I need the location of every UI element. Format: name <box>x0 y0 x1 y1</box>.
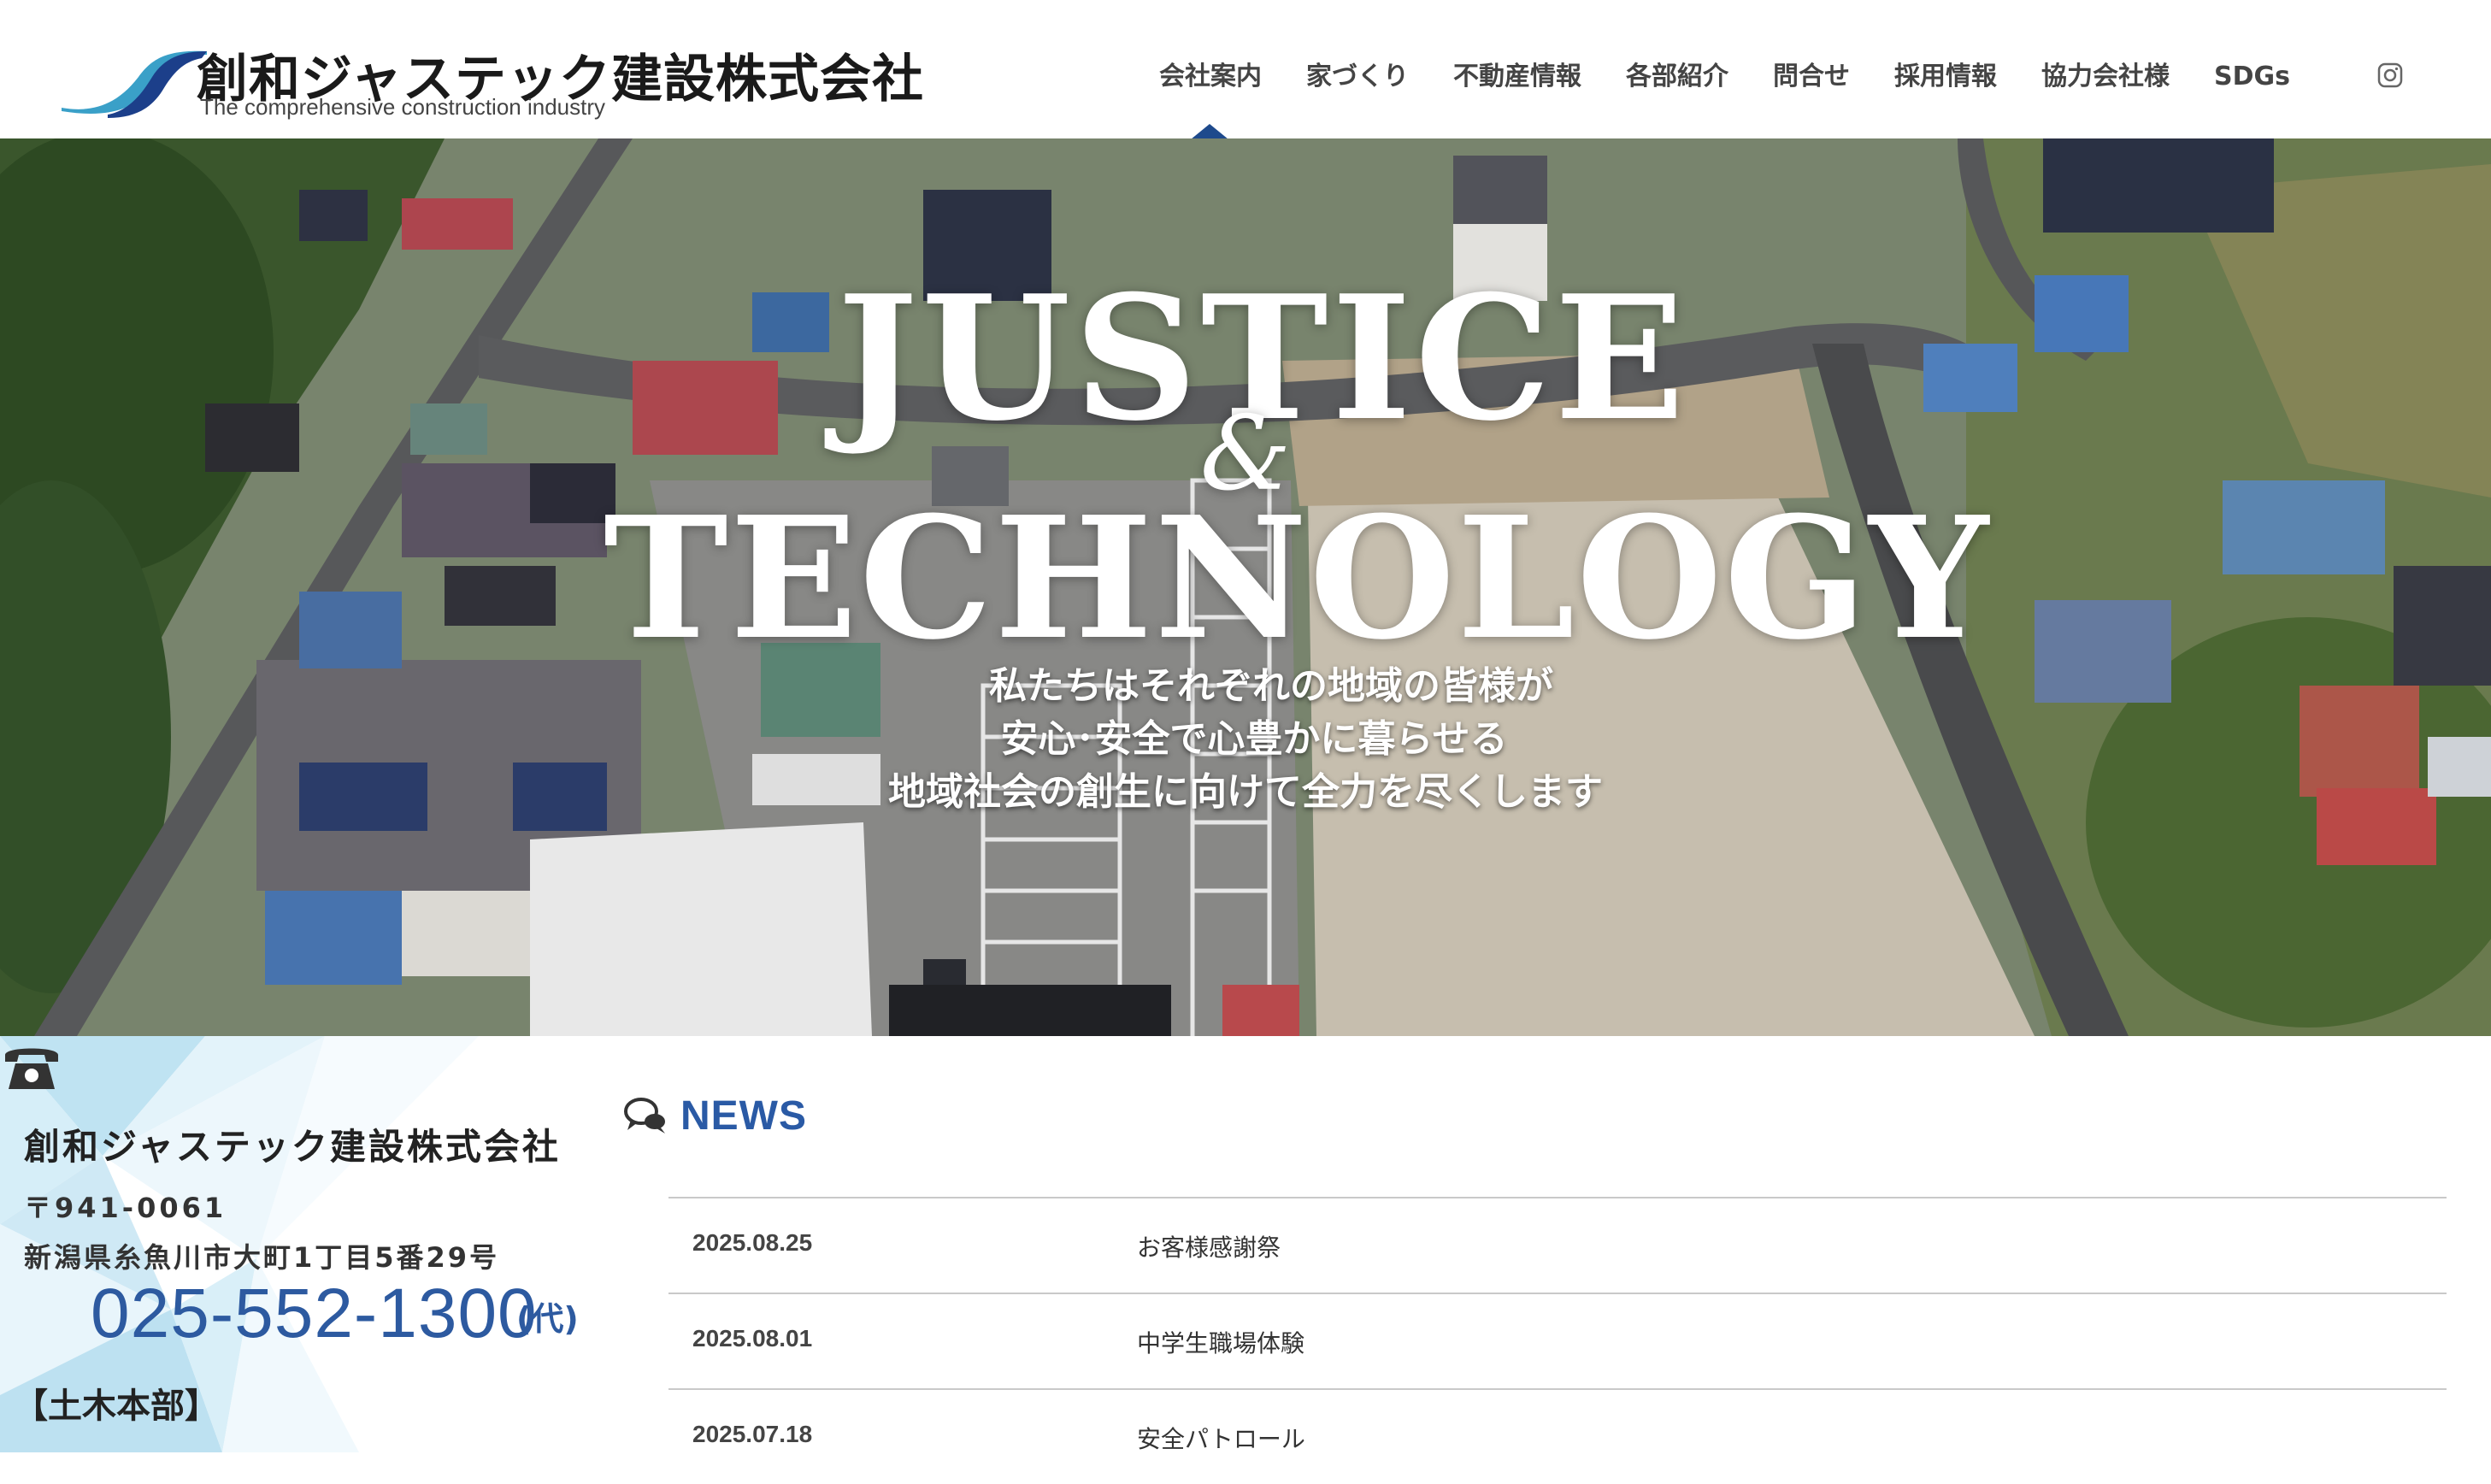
logo-mark-icon <box>62 50 207 118</box>
news-item[interactable]: 2025.08.25 お客様感謝祭 <box>668 1197 2447 1293</box>
hero-subtitle-line3: 地域社会の創生に向けて全力を尽くします <box>888 770 1603 814</box>
nav-sdgs[interactable]: SDGs <box>2192 51 2312 103</box>
nav-real-estate[interactable]: 不動産情報 <box>1431 51 1604 103</box>
company-info-panel: 創和ジャステック建設株式会社 〒941-0061 新潟県糸魚川市大町1丁目5番2… <box>0 1036 615 1452</box>
hero-title-technology: TECHNOLOGY <box>603 480 1991 677</box>
news-date: 2025.08.01 <box>692 1325 813 1352</box>
news-list: 2025.08.25 お客様感謝祭 2025.08.01 中学生職場体験 202… <box>668 1197 2447 1484</box>
chat-bubbles-icon <box>624 1098 665 1134</box>
news-text[interactable]: お客様感謝祭 <box>1137 1229 1281 1263</box>
info-department: 【土木本部】 <box>14 1387 219 1426</box>
news-date: 2025.08.25 <box>692 1229 813 1256</box>
company-logo[interactable]: 創和ジャステック建設株式会社 The comprehensive constru… <box>56 38 923 127</box>
news-item[interactable]: 2025.08.01 中学生職場体験 <box>668 1293 2447 1388</box>
news-item[interactable]: 2025.07.18 安全パトロール <box>668 1388 2447 1484</box>
hero-subtitle-line2: 安心･安全で心豊かに暮らせる <box>1000 717 1508 761</box>
hero-subtitle-line1: 私たちはそれぞれの地域の皆様が <box>989 664 1553 708</box>
nav-partners[interactable]: 協力会社様 <box>2019 51 2192 103</box>
news-text[interactable]: 安全パトロール <box>1137 1421 1305 1455</box>
telephone-icon <box>5 1048 58 1089</box>
info-phone-number[interactable]: 025-552-1300 <box>91 1274 538 1354</box>
hero-banner: JUSTICE & TECHNOLOGY 私たちはそれぞれの地域の皆様が 安心･… <box>0 138 2491 1036</box>
news-title: NEWS <box>680 1093 807 1139</box>
info-address: 新潟県糸魚川市大町1丁目5番29号 <box>24 1241 500 1274</box>
main-nav: 会社案内 家づくり 不動産情報 各部紹介 問合せ 採用情報 協力会社様 SDGs <box>1137 51 2312 103</box>
nav-company[interactable]: 会社案内 <box>1137 51 1284 103</box>
nav-house-building[interactable]: 家づくり <box>1284 51 1431 103</box>
info-zip-code: 〒941-0061 <box>24 1192 227 1224</box>
site-header: 創和ジャステック建設株式会社 The comprehensive constru… <box>0 0 2491 139</box>
news-date: 2025.07.18 <box>692 1421 813 1447</box>
news-text[interactable]: 中学生職場体験 <box>1137 1325 1304 1359</box>
nav-contact[interactable]: 問合せ <box>1751 51 1872 103</box>
active-nav-indicator <box>1191 124 1228 139</box>
instagram-icon[interactable] <box>2376 62 2404 89</box>
nav-departments[interactable]: 各部紹介 <box>1604 51 1751 103</box>
nav-recruit[interactable]: 採用情報 <box>1872 51 2019 103</box>
logo-tagline: The comprehensive construction industry <box>200 94 606 120</box>
info-phone-note: (代) <box>516 1300 579 1338</box>
info-company-name: 創和ジャステック建設株式会社 <box>24 1126 561 1168</box>
